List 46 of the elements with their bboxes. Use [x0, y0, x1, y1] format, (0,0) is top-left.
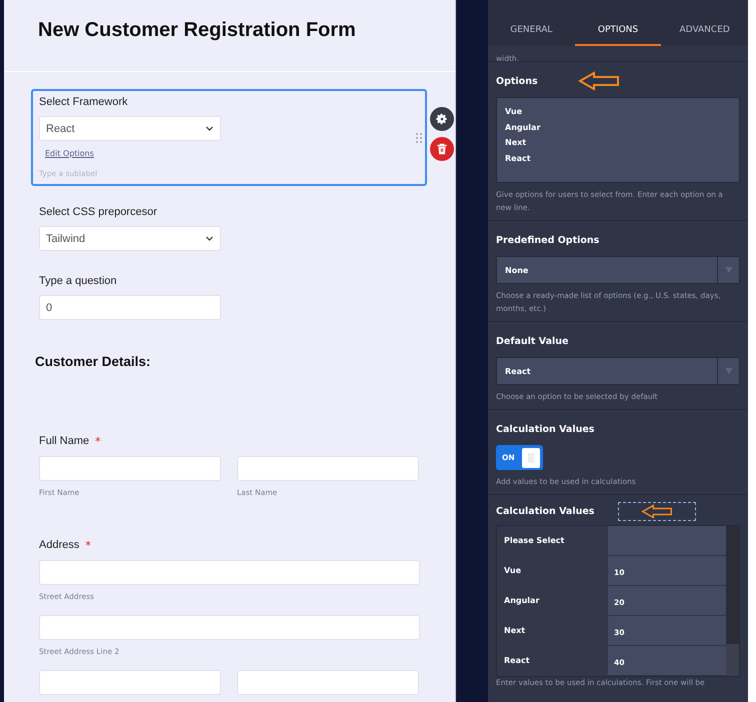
delete-button[interactable] — [430, 137, 454, 161]
edit-options-link[interactable]: Edit Options — [45, 149, 94, 158]
chevron-icon — [205, 234, 214, 243]
triangle-icon — [724, 368, 732, 374]
value-input[interactable] — [608, 526, 726, 556]
dropdown-field[interactable]: React — [39, 116, 221, 141]
section-title: Default Value — [496, 336, 568, 346]
field-label: Type a question — [39, 275, 117, 287]
trash-icon — [435, 142, 449, 156]
text-input[interactable] — [237, 670, 419, 695]
text-input[interactable] — [39, 670, 221, 695]
text-input[interactable] — [39, 615, 420, 640]
text-input[interactable] — [39, 560, 420, 585]
option-line: Vue — [505, 106, 524, 118]
dropdown-field[interactable]: None — [496, 256, 740, 284]
section-title: Calculation Values — [496, 424, 594, 434]
tab[interactable]: ADVANCED — [661, 15, 748, 46]
field-label: Select Framework — [39, 96, 128, 108]
options-textarea[interactable]: Vue Angular Next React — [496, 97, 740, 183]
option-line: Angular — [505, 122, 542, 134]
tab[interactable]: OPTIONS — [574, 15, 662, 46]
settings-icon — [435, 112, 449, 126]
dropdown-field[interactable]: React — [496, 357, 740, 385]
field-label: Select CSS preporcesor — [39, 206, 157, 218]
grip-icon — [526, 450, 536, 464]
field-label: Full Name — [39, 435, 90, 448]
text-input[interactable] — [39, 456, 221, 481]
scrollbar-thumb[interactable] — [726, 644, 739, 676]
required-mark: * — [95, 435, 101, 448]
drag-handle-icon — [416, 133, 422, 143]
tab[interactable]: GENERAL — [488, 15, 575, 46]
text-input[interactable]: 0 — [39, 295, 221, 320]
section-heading: Customer Details: — [35, 354, 152, 369]
option-line: React — [505, 152, 532, 164]
required-mark: * — [85, 539, 91, 552]
section-title: Calculation Values — [496, 506, 594, 516]
section-title: Predefined Options — [496, 234, 600, 246]
chevron-icon — [205, 124, 214, 133]
settings-button[interactable] — [430, 107, 454, 131]
text-input[interactable] — [237, 456, 419, 481]
triangle-icon — [724, 267, 732, 273]
field-label: Address — [39, 539, 80, 552]
option-line: Next — [505, 137, 528, 149]
section-title: Options — [496, 76, 538, 86]
dropdown-field[interactable]: Tailwind — [39, 226, 221, 251]
form-title: New Customer Registration Form — [38, 19, 357, 42]
